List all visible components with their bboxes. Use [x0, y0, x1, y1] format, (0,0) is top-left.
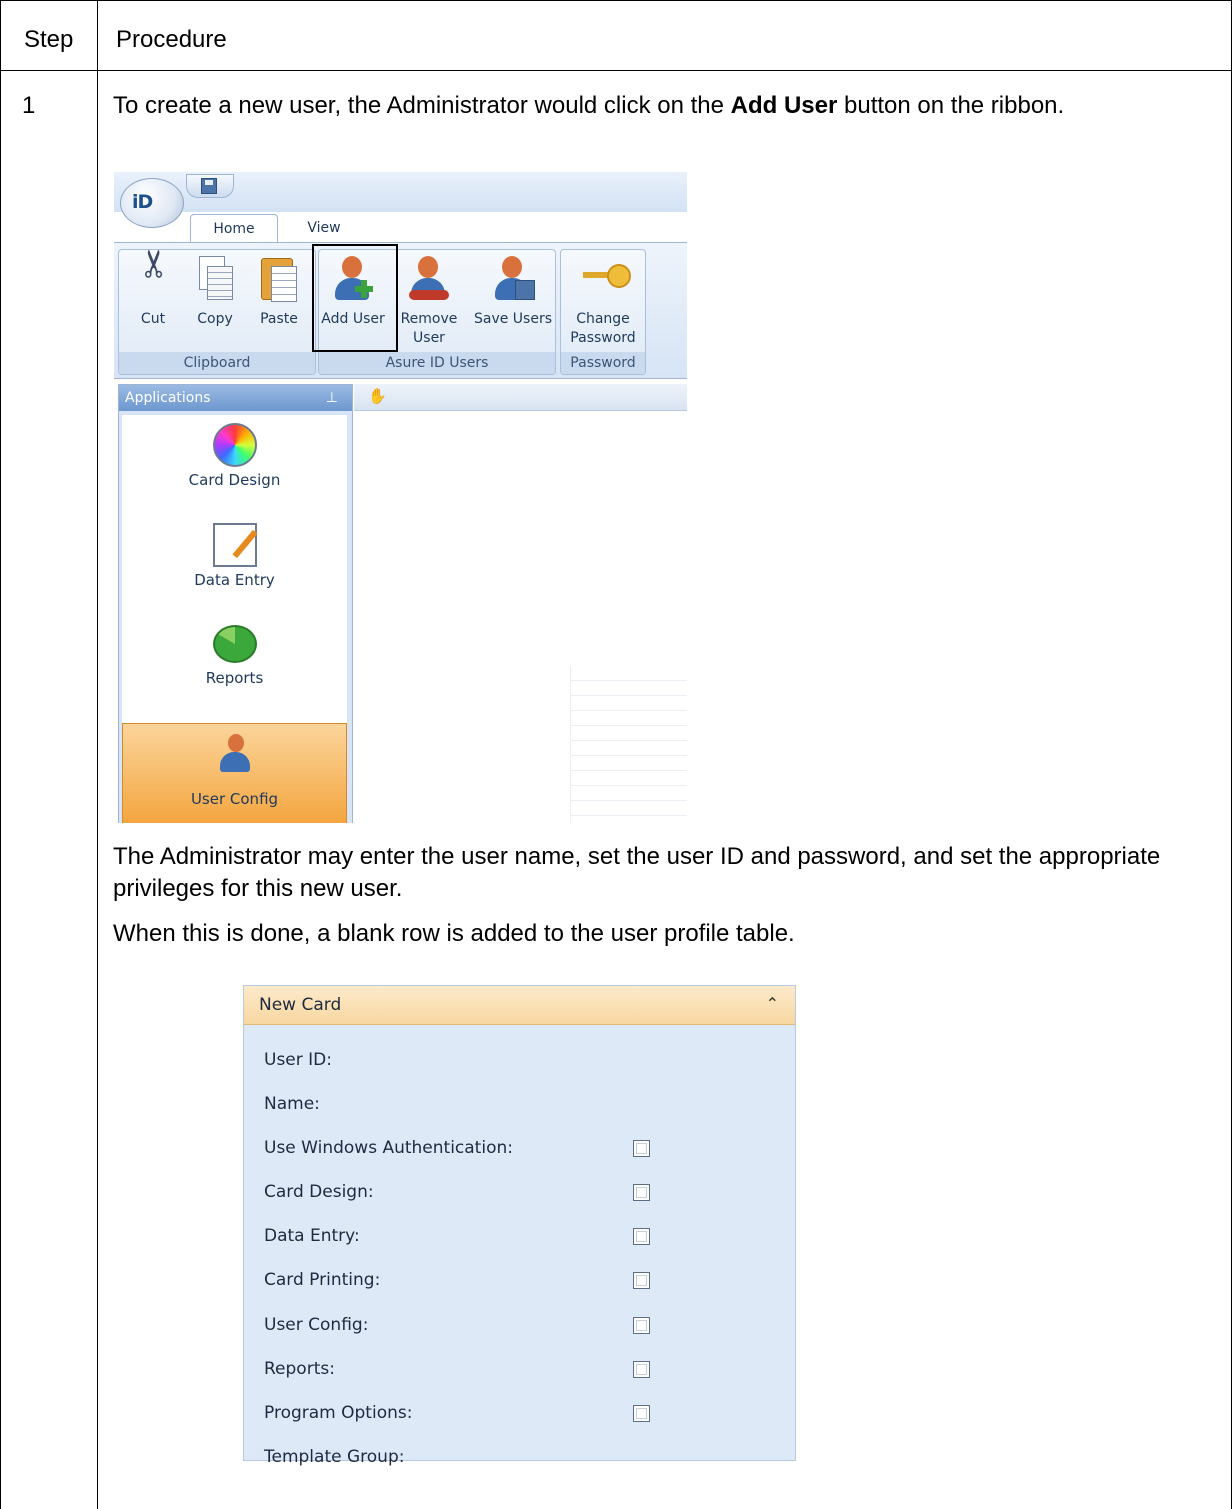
logo-text: iD — [132, 191, 153, 213]
checkbox-reports[interactable] — [633, 1361, 650, 1378]
new-card-title: New Card — [259, 995, 342, 1015]
tab-view[interactable]: View — [294, 214, 354, 242]
application-orb-button[interactable]: iD — [120, 178, 184, 228]
change-password-label-2: Password — [570, 330, 636, 346]
applications-panel-body: Card Design Data Entry Reports User Conf… — [122, 415, 347, 823]
nav-item-card-design[interactable]: Card Design — [122, 415, 347, 513]
color-wheel-icon — [213, 423, 257, 467]
step-number: 1 — [22, 92, 36, 119]
remove-user-label-2: User — [413, 330, 445, 346]
new-card-panel: New Card ⌃ User ID: Name: Use Windows Au… — [243, 985, 796, 1467]
cut-button[interactable]: Cut — [119, 254, 187, 329]
remove-user-button[interactable]: Remove User — [395, 254, 463, 348]
scissors-icon — [131, 254, 175, 304]
nav-label-data-entry: Data Entry — [194, 571, 275, 589]
table-border-top — [0, 0, 1232, 1]
applications-panel: Applications ⊥ Card Design Data Entry Re… — [118, 384, 353, 823]
change-password-label-1: Change — [576, 311, 630, 327]
users-group-label: Asure ID Users — [319, 352, 555, 374]
key-icon — [581, 254, 631, 304]
field-label-card-printing: Card Printing: — [264, 1270, 381, 1290]
copy-label: Copy — [197, 311, 233, 327]
hand-icon: ✋ — [368, 387, 387, 405]
paste-button[interactable]: Paste — [245, 254, 313, 329]
remove-user-icon — [407, 254, 451, 304]
field-label-template-group: Template Group: — [264, 1447, 405, 1467]
paragraph-privileges: The Administrator may enter the user nam… — [113, 843, 1161, 902]
clipboard-group-label: Clipboard — [119, 352, 315, 374]
checkbox-program-options[interactable] — [633, 1405, 650, 1422]
field-label-reports: Reports: — [264, 1359, 335, 1379]
ribbon: Cut Copy Paste Clipboard Add User Remove… — [114, 242, 687, 379]
app-screenshot: iD Home View Cut Copy Paste Clipboard — [114, 172, 687, 823]
instruction-text-bold: Add User — [730, 92, 838, 119]
save-users-button[interactable]: Save Users — [473, 254, 553, 329]
checkbox-user-config[interactable] — [633, 1317, 650, 1334]
users-icon — [214, 732, 258, 776]
clipboard-icon — [257, 254, 301, 304]
checkbox-windows-auth[interactable] — [633, 1140, 650, 1157]
add-user-highlight-box — [312, 244, 398, 352]
field-label-user-config: User Config: — [264, 1315, 369, 1335]
change-password-button[interactable]: Change Password — [567, 254, 639, 348]
instruction-paragraph: To create a new user, the Administrator … — [113, 90, 1213, 122]
field-label-program-options: Program Options: — [264, 1403, 413, 1423]
ribbon-group-clipboard: Cut Copy Paste Clipboard — [118, 249, 316, 375]
checkbox-card-printing[interactable] — [633, 1272, 650, 1289]
applications-panel-header: Applications ⊥ — [119, 385, 352, 411]
pin-icon[interactable]: ⊥ — [326, 385, 338, 411]
paste-label: Paste — [260, 311, 298, 327]
paragraph-blank-row: When this is done, a blank row is added … — [113, 920, 795, 947]
table-border-left — [0, 0, 1, 1509]
nav-item-data-entry[interactable]: Data Entry — [122, 515, 347, 613]
table-header-divider — [0, 70, 1232, 71]
nav-label-card-design: Card Design — [188, 471, 281, 489]
field-label-windows-auth: Use Windows Authentication: — [264, 1138, 513, 1158]
save-users-icon — [491, 254, 535, 304]
remove-user-label-1: Remove — [400, 311, 458, 327]
nav-label-reports: Reports — [205, 669, 264, 687]
instruction-text-post: button on the ribbon. — [837, 92, 1065, 119]
copy-icon — [193, 254, 237, 304]
save-users-label: Save Users — [473, 311, 553, 327]
nav-item-reports[interactable]: Reports — [122, 613, 347, 711]
checkbox-data-entry[interactable] — [633, 1228, 650, 1245]
faded-grid-preview — [570, 666, 687, 823]
notepad-icon — [213, 523, 257, 567]
collapse-chevron-icon[interactable]: ⌃ — [766, 994, 779, 1013]
nav-label-user-config: User Config — [190, 790, 279, 808]
field-label-user-id: User ID: — [264, 1050, 332, 1070]
password-group-label: Password — [561, 352, 645, 374]
ribbon-group-password: Change Password Password — [560, 249, 646, 375]
checkbox-card-design[interactable] — [633, 1184, 650, 1201]
nav-item-user-config[interactable]: User Config — [122, 723, 347, 823]
field-label-name: Name: — [264, 1094, 320, 1114]
header-step: Step — [24, 26, 74, 53]
table-column-divider — [97, 0, 98, 1509]
field-label-card-design: Card Design: — [264, 1182, 374, 1202]
save-disk-icon — [201, 178, 217, 194]
work-area: ✋ — [354, 384, 687, 823]
pie-chart-icon — [213, 625, 257, 663]
cut-label: Cut — [140, 311, 166, 327]
new-card-header[interactable]: New Card ⌃ — [244, 986, 795, 1025]
quick-access-save-button[interactable] — [186, 174, 234, 198]
applications-panel-title: Applications — [125, 390, 211, 406]
work-area-header: ✋ — [354, 384, 687, 411]
header-procedure: Procedure — [116, 26, 227, 53]
tab-home[interactable]: Home — [190, 214, 278, 243]
instruction-text-pre: To create a new user, the Administrator … — [113, 92, 731, 119]
copy-button[interactable]: Copy — [181, 254, 249, 329]
field-label-data-entry: Data Entry: — [264, 1226, 360, 1246]
